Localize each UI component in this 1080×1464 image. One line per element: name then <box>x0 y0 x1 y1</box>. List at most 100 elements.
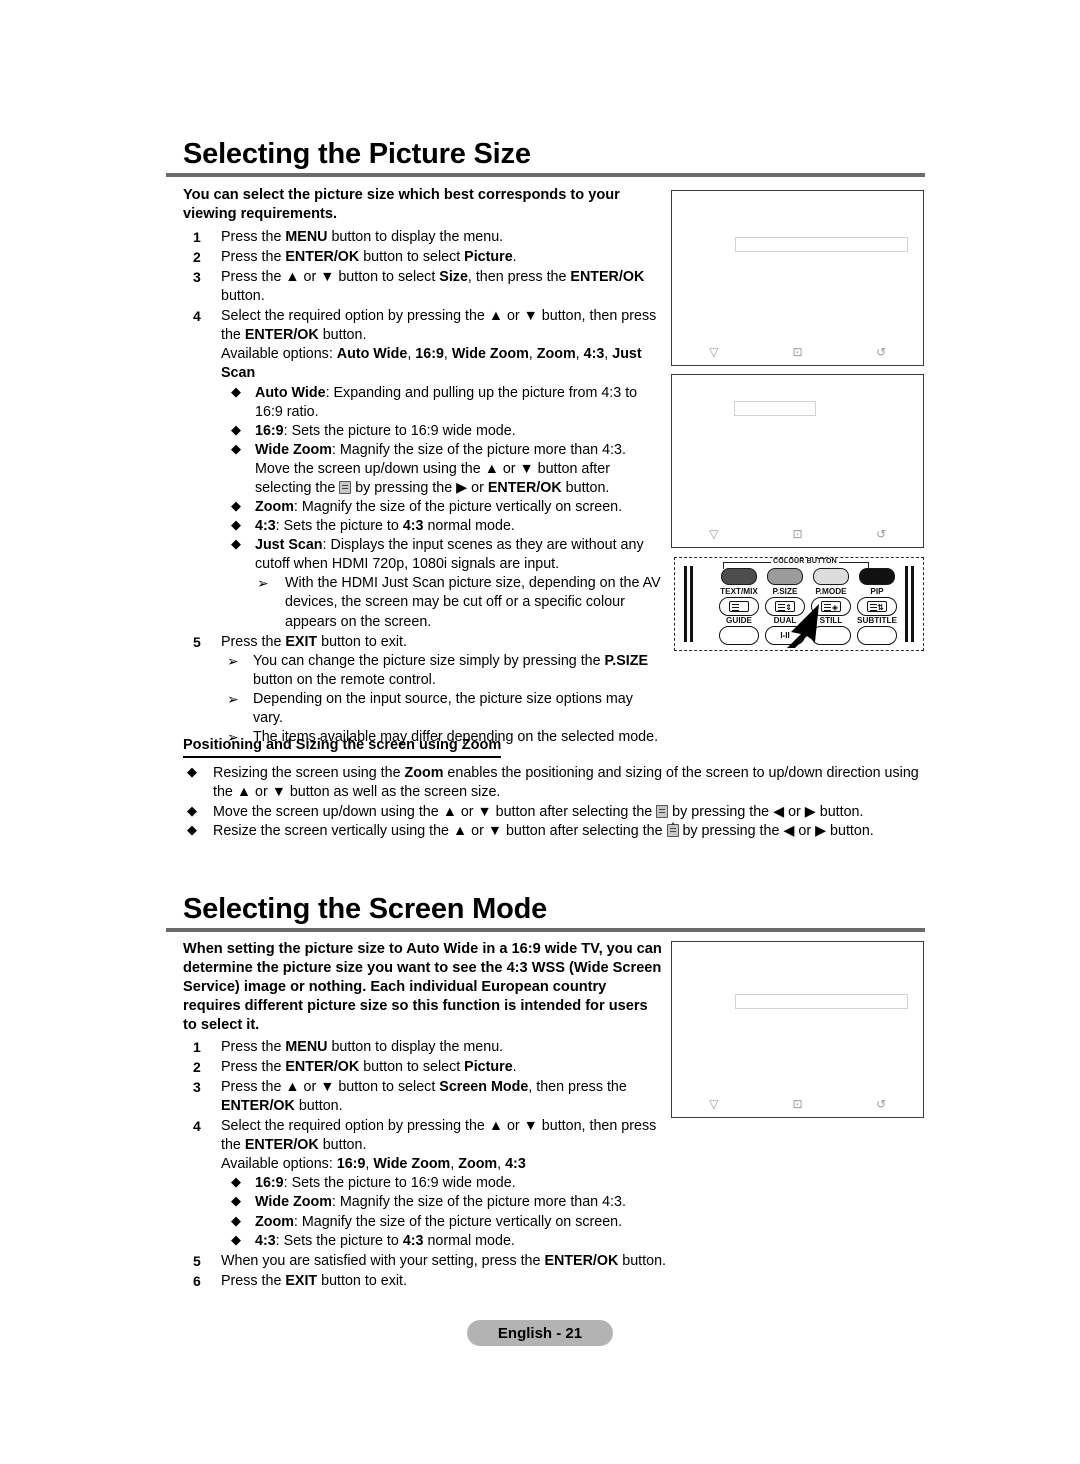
diamond-bullet-icon: ◆ <box>231 517 241 533</box>
remote-key-psize[interactable] <box>767 568 803 585</box>
step-number: 5 <box>193 1252 201 1269</box>
diamond-bullet-icon: ◆ <box>231 1193 241 1209</box>
option-text: 4:3: Sets the picture to 4:3 normal mode… <box>255 1232 515 1249</box>
enter-icon: ⊡ <box>792 1097 803 1111</box>
remote-key-text-mix[interactable] <box>721 568 757 585</box>
enter-icon: ⊡ <box>792 345 803 359</box>
section-2-option-list: ◆ 16:9: Sets the picture to 16:9 wide mo… <box>183 1174 663 1250</box>
remote-label-psize: P.SIZE <box>772 587 798 596</box>
screen-move-icon <box>339 480 352 494</box>
step-text: Press the ENTER/OK button to select Pict… <box>221 249 517 266</box>
remote-key-pmode[interactable] <box>813 568 849 585</box>
remote-edge-rail <box>690 566 693 642</box>
screen-move-icon <box>656 804 669 818</box>
remote-edge-rail <box>905 566 908 642</box>
zoom-bullet-text: Move the screen up/down using the ▲ or ▼… <box>213 803 864 820</box>
step-item: 1 Press the MENU button to display the m… <box>183 1038 663 1057</box>
step-item: 6 Press the EXIT button to exit. <box>183 1272 923 1291</box>
return-icon: ↺ <box>876 345 887 359</box>
step-item: 3 Press the ▲ or ▼ button to select Scre… <box>183 1078 663 1116</box>
zoom-bullet-text: Resize the screen vertically using the ▲… <box>213 821 874 839</box>
menu-highlight-bar <box>735 237 908 252</box>
pointer-arrow-icon <box>787 604 819 648</box>
step-text: Select the required option by pressing t… <box>221 1118 657 1154</box>
option-text: 16:9: Sets the picture to 16:9 wide mode… <box>255 422 516 439</box>
remote-key-pip[interactable] <box>859 568 895 585</box>
note-text: Depending on the input source, the pictu… <box>253 690 633 726</box>
arrow-bullet-icon: ➢ <box>227 652 239 669</box>
zoom-bullet: ◆ Move the screen up/down using the ▲ or… <box>183 803 925 822</box>
remote-edge-rail <box>911 566 914 642</box>
option-bullet: ◆ Zoom: Magnify the size of the picture … <box>221 1213 663 1232</box>
arrow-bullet-icon: ➢ <box>257 575 269 592</box>
option-bullet: ◆ Wide Zoom: Magnify the size of the pic… <box>221 441 663 498</box>
option-text: Auto Wide: Expanding and pulling up the … <box>255 384 638 420</box>
remote-key-teletext[interactable] <box>719 597 759 616</box>
option-bullet: ◆ 4:3: Sets the picture to 4:3 normal mo… <box>221 1232 663 1251</box>
pip-icon: ⇅ <box>867 601 887 612</box>
diamond-bullet-icon: ◆ <box>231 383 241 399</box>
step-item: 2 Press the ENTER/OK button to select Pi… <box>183 248 663 267</box>
step-number: 3 <box>193 269 201 286</box>
step-number: 4 <box>193 1118 201 1135</box>
section-2-rule <box>166 928 925 932</box>
section-1-option-list: ◆ Auto Wide: Expanding and pulling up th… <box>183 384 663 632</box>
move-icon: ▽ <box>709 345 719 359</box>
zoom-bullet-text: Resizing the screen using the Zoom enabl… <box>213 765 919 801</box>
osd-icon-row: ▽ ⊡ ↺ <box>672 1097 923 1111</box>
enter-icon: ⊡ <box>792 527 803 541</box>
section-1-rule <box>166 173 925 177</box>
page-footer-badge: English - 21 <box>467 1320 613 1346</box>
return-icon: ↺ <box>876 1097 887 1111</box>
option-text: Just Scan: Displays the input scenes as … <box>255 537 644 573</box>
step-number: 2 <box>193 249 201 266</box>
return-icon: ↺ <box>876 527 887 541</box>
remote-label-text-mix: TEXT/MIX <box>720 587 758 596</box>
remote-key-guide[interactable] <box>719 626 759 645</box>
section-1-intro: You can select the picture size which be… <box>183 187 620 222</box>
step-text: Press the MENU button to display the men… <box>221 228 504 245</box>
teletext-icon <box>729 601 749 612</box>
remote-key-pip-function[interactable]: ⇅ <box>857 597 897 616</box>
step-number: 1 <box>193 228 201 245</box>
remote-label-pip: PIP <box>870 587 884 596</box>
option-bullet: ◆ Zoom: Magnify the size of the picture … <box>221 498 663 517</box>
step-item: 5 Press the EXIT button to exit. <box>183 633 663 652</box>
option-bullet: ◆ 16:9: Sets the picture to 16:9 wide mo… <box>221 1174 663 1193</box>
remote-key-subtitle[interactable] <box>857 626 897 645</box>
screen-mode-menu-screen: ▽ ⊡ ↺ <box>671 941 924 1118</box>
remote-label-pmode: P.MODE <box>815 587 847 596</box>
section-2-intro: When setting the picture size to Auto Wi… <box>183 941 662 1033</box>
note-text: You can change the picture size simply b… <box>253 652 648 688</box>
diamond-bullet-icon: ◆ <box>187 764 197 780</box>
step-item: 4 Select the required option by pressing… <box>183 1117 663 1155</box>
option-bullet: ◆ Just Scan: Displays the input scenes a… <box>221 536 663 574</box>
zoom-bullet: ◆ Resizing the screen using the Zoom ena… <box>183 764 925 802</box>
note-bullet: ➢ With the HDMI Just Scan picture size, … <box>221 574 663 631</box>
diamond-bullet-icon: ◆ <box>231 440 241 456</box>
step-text: When you are satisfied with your setting… <box>221 1252 667 1269</box>
diamond-bullet-icon: ◆ <box>231 421 241 437</box>
step-number: 6 <box>193 1272 201 1289</box>
option-text: 16:9: Sets the picture to 16:9 wide mode… <box>255 1175 516 1192</box>
picture-size-menu-screen: ▽ ⊡ ↺ <box>671 190 924 366</box>
section-1-notes: ➢ You can change the picture size simply… <box>183 652 663 747</box>
option-bullet: ◆ Auto Wide: Expanding and pulling up th… <box>221 384 663 422</box>
step-number: 4 <box>193 308 201 325</box>
step-item: 5 When you are satisfied with your setti… <box>183 1252 923 1271</box>
menu-highlight-bar <box>735 994 908 1009</box>
diamond-bullet-icon: ◆ <box>231 1231 241 1247</box>
section-2-available-options: Available options: 16:9, Wide Zoom, Zoom… <box>221 1156 526 1173</box>
diamond-bullet-icon: ◆ <box>231 1212 241 1228</box>
section-2-steps: 1 Press the MENU button to display the m… <box>183 1038 663 1155</box>
section-1-title: Selecting the Picture Size <box>183 138 531 170</box>
diamond-bullet-icon: ◆ <box>231 536 241 552</box>
positioning-sizing-subheading: Positioning and Sizing the screen using … <box>183 736 502 759</box>
step-text: Press the EXIT button to exit. <box>221 633 407 650</box>
note-bullet: ➢ Depending on the input source, the pic… <box>221 690 663 728</box>
step-item: 4 Select the required option by pressing… <box>183 307 663 345</box>
step-item: 1 Press the MENU button to display the m… <box>183 228 663 247</box>
osd-icon-row: ▽ ⊡ ↺ <box>672 345 923 359</box>
section-1-available-options: Available options: Auto Wide, 16:9, Wide… <box>221 346 642 382</box>
osd-icon-row: ▽ ⊡ ↺ <box>672 527 923 541</box>
